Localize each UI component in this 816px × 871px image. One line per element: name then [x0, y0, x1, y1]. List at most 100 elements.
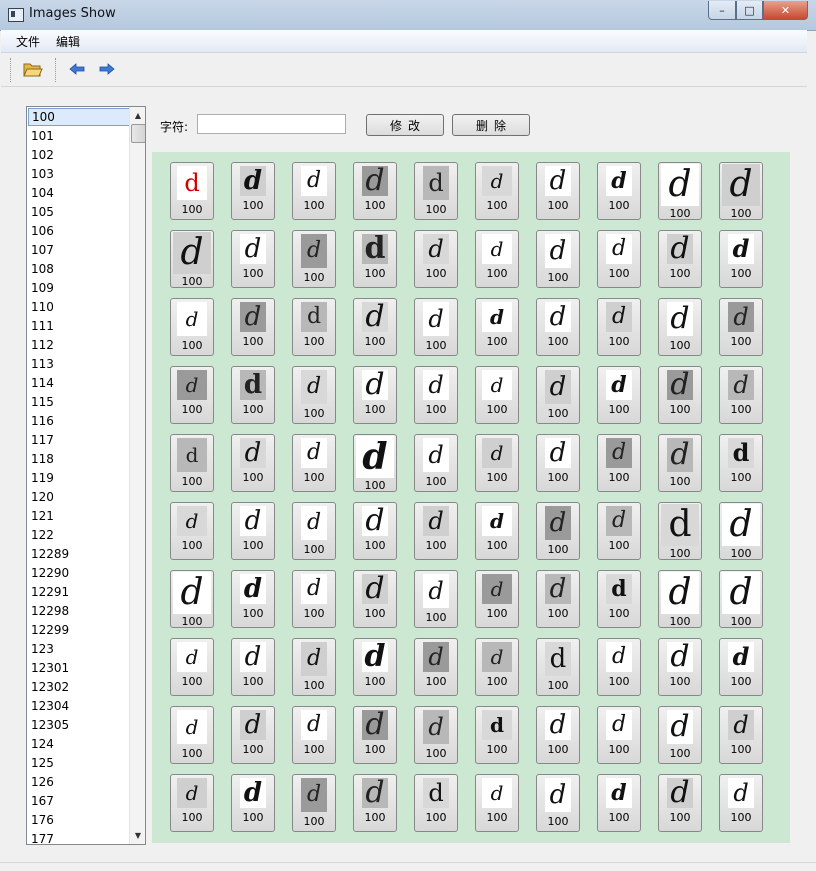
image-thumbnail[interactable]: d 100	[231, 366, 275, 424]
image-thumbnail[interactable]: d 100	[414, 706, 458, 764]
image-thumbnail[interactable]: d 100	[414, 162, 458, 220]
list-item[interactable]: 116	[28, 412, 129, 430]
image-thumbnail[interactable]: d 100	[536, 230, 580, 288]
list-item[interactable]: 109	[28, 279, 129, 297]
list-item[interactable]: 126	[28, 773, 129, 791]
list-item[interactable]: 121	[28, 507, 129, 525]
list-item[interactable]: 124	[28, 735, 129, 753]
image-thumbnail[interactable]: d 100	[475, 502, 519, 560]
image-thumbnail[interactable]: d 100	[658, 502, 702, 560]
list-item[interactable]: 118	[28, 450, 129, 468]
image-thumbnail[interactable]: d 100	[597, 774, 641, 832]
list-item[interactable]: 12302	[28, 678, 129, 696]
image-thumbnail[interactable]: d 100	[536, 502, 580, 560]
list-item[interactable]: 101	[28, 127, 129, 145]
image-thumbnail[interactable]: d 100	[658, 162, 702, 220]
image-thumbnail[interactable]: d 100	[414, 298, 458, 356]
menu-edit[interactable]: 编辑	[56, 33, 80, 50]
image-thumbnail[interactable]: d 100	[536, 434, 580, 492]
image-thumbnail[interactable]: d 100	[170, 570, 214, 628]
image-thumbnail[interactable]: d 100	[658, 570, 702, 628]
image-thumbnail[interactable]: d 100	[597, 502, 641, 560]
list-item[interactable]: 107	[28, 241, 129, 259]
list-item[interactable]: 111	[28, 317, 129, 335]
image-thumbnail[interactable]: d 100	[292, 706, 336, 764]
image-thumbnail[interactable]: d 100	[414, 366, 458, 424]
image-thumbnail[interactable]: d 100	[597, 434, 641, 492]
minimize-button[interactable]: –	[708, 1, 736, 20]
image-thumbnail[interactable]: d 100	[475, 638, 519, 696]
image-thumbnail[interactable]: d 100	[719, 502, 763, 560]
list-item[interactable]: 122	[28, 526, 129, 544]
image-thumbnail[interactable]: d 100	[536, 162, 580, 220]
image-thumbnail[interactable]: d 100	[719, 230, 763, 288]
list-item[interactable]: 12291	[28, 583, 129, 601]
image-thumbnail[interactable]: d 100	[231, 774, 275, 832]
arrow-left-icon[interactable]	[65, 58, 89, 80]
image-thumbnail[interactable]: d 100	[719, 366, 763, 424]
image-thumbnail[interactable]: d 100	[536, 774, 580, 832]
image-thumbnail[interactable]: d 100	[292, 366, 336, 424]
image-thumbnail[interactable]: d 100	[597, 706, 641, 764]
image-thumbnail[interactable]: d 100	[231, 298, 275, 356]
image-thumbnail[interactable]: d 100	[292, 774, 336, 832]
list-item[interactable]: 176	[28, 811, 129, 829]
list-item[interactable]: 177	[28, 830, 129, 844]
image-thumbnail[interactable]: d 100	[231, 706, 275, 764]
image-thumbnail[interactable]: d 100	[719, 162, 763, 220]
list-item[interactable]: 12299	[28, 621, 129, 639]
image-thumbnail[interactable]: d 100	[292, 434, 336, 492]
image-thumbnail[interactable]: d 100	[231, 502, 275, 560]
image-thumbnail[interactable]: d 100	[658, 706, 702, 764]
image-thumbnail[interactable]: d 100	[475, 706, 519, 764]
image-thumbnail[interactable]: d 100	[475, 570, 519, 628]
image-thumbnail[interactable]: d 100	[475, 298, 519, 356]
image-thumbnail[interactable]: d 100	[719, 706, 763, 764]
image-thumbnail[interactable]: d 100	[353, 434, 397, 492]
image-thumbnail[interactable]: d 100	[597, 366, 641, 424]
image-thumbnail[interactable]: d 100	[292, 570, 336, 628]
image-thumbnail[interactable]: d 100	[658, 774, 702, 832]
list-item[interactable]: 119	[28, 469, 129, 487]
image-thumbnail[interactable]: d 100	[170, 298, 214, 356]
image-thumbnail[interactable]: d 100	[353, 298, 397, 356]
list-item[interactable]: 120	[28, 488, 129, 506]
list-item[interactable]: 113	[28, 355, 129, 373]
list-item[interactable]: 100	[28, 108, 131, 126]
image-thumbnail[interactable]: d 100	[231, 434, 275, 492]
list-item[interactable]: 115	[28, 393, 129, 411]
image-thumbnail[interactable]: d 100	[658, 298, 702, 356]
image-thumbnail[interactable]: d 100	[597, 638, 641, 696]
list-item[interactable]: 123	[28, 640, 129, 658]
char-input[interactable]	[197, 114, 346, 134]
list-item[interactable]: 125	[28, 754, 129, 772]
list-item[interactable]: 105	[28, 203, 129, 221]
list-item[interactable]: 12305	[28, 716, 129, 734]
image-thumbnail[interactable]: d 100	[292, 298, 336, 356]
image-thumbnail[interactable]: d 100	[353, 230, 397, 288]
image-thumbnail[interactable]: d 100	[475, 366, 519, 424]
image-thumbnail[interactable]: d 100	[170, 638, 214, 696]
image-thumbnail[interactable]: d 100	[658, 638, 702, 696]
image-thumbnail[interactable]: d 100	[475, 162, 519, 220]
list-item[interactable]: 167	[28, 792, 129, 810]
list-item[interactable]: 108	[28, 260, 129, 278]
list-item[interactable]: 12301	[28, 659, 129, 677]
image-thumbnail[interactable]: d 100	[475, 434, 519, 492]
image-thumbnail[interactable]: d 100	[353, 366, 397, 424]
image-thumbnail[interactable]: d 100	[536, 706, 580, 764]
image-thumbnail[interactable]: d 100	[536, 570, 580, 628]
list-item[interactable]: 12289	[28, 545, 129, 563]
image-thumbnail[interactable]: d 100	[353, 570, 397, 628]
image-thumbnail[interactable]: d 100	[231, 230, 275, 288]
image-thumbnail[interactable]: d 100	[170, 434, 214, 492]
image-thumbnail[interactable]: d 100	[719, 298, 763, 356]
menu-file[interactable]: 文件	[16, 33, 40, 50]
image-thumbnail[interactable]: d 100	[536, 298, 580, 356]
image-thumbnail[interactable]: d 100	[170, 230, 214, 288]
image-thumbnail[interactable]: d 100	[231, 638, 275, 696]
list-item[interactable]: 112	[28, 336, 129, 354]
image-thumbnail[interactable]: d 100	[170, 162, 214, 220]
list-item[interactable]: 12298	[28, 602, 129, 620]
image-thumbnail[interactable]: d 100	[353, 502, 397, 560]
